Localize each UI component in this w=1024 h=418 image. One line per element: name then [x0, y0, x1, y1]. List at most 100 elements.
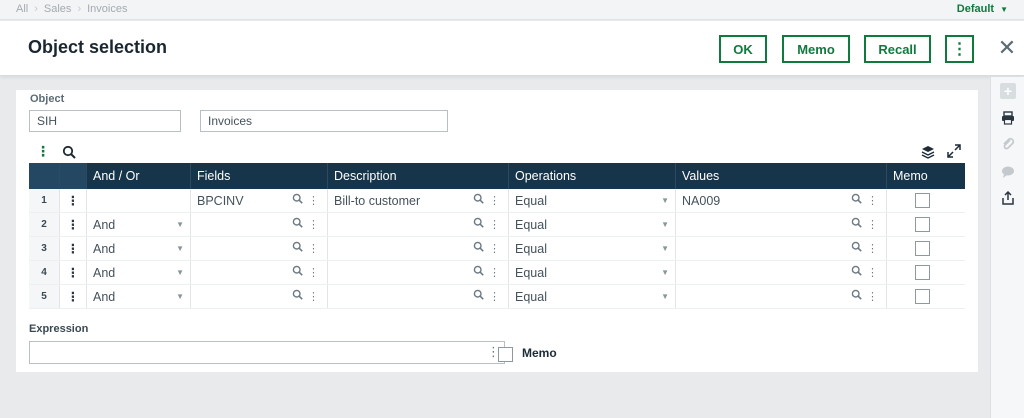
ok-button[interactable]: OK [719, 35, 767, 63]
dropdown-arrow-icon[interactable]: ▼ [661, 237, 669, 261]
close-icon[interactable]: ✕ [996, 35, 1018, 61]
lookup-icon[interactable]: ⋮ [473, 261, 502, 285]
and-or-cell[interactable]: And ▼ [87, 261, 191, 284]
breadcrumb-item-invoices[interactable]: Invoices [87, 3, 127, 15]
value-cell[interactable]: ⋮ [676, 285, 887, 308]
lookup-icon[interactable]: ⋮ [292, 261, 321, 285]
print-icon[interactable] [1000, 110, 1016, 126]
lookup-icon[interactable]: ⋮ [851, 213, 880, 237]
value-cell[interactable]: NA009 ⋮ [676, 189, 887, 212]
dropdown-arrow-icon[interactable]: ▼ [661, 213, 669, 237]
table-row: 1 ⋮ BPCINV ⋮ Bill-to customer ⋮ Equal ▼ NA009 … [29, 189, 965, 213]
operation-cell[interactable]: Equal ▼ [509, 213, 676, 236]
profile-selector[interactable]: Default ▼ [957, 3, 1008, 15]
lookup-icon[interactable]: ⋮ [851, 189, 880, 213]
search-icon[interactable] [62, 145, 76, 159]
operation-cell[interactable]: Equal ▼ [509, 261, 676, 284]
plus-icon[interactable]: + [1000, 83, 1016, 99]
lookup-icon[interactable]: ⋮ [473, 213, 502, 237]
expression-field[interactable]: ⋮ [29, 341, 505, 364]
lookup-icon[interactable]: ⋮ [473, 237, 502, 261]
lookup-icon[interactable]: ⋮ [292, 189, 321, 213]
object-label: Object [30, 93, 65, 105]
field-cell[interactable]: ⋮ [191, 213, 328, 236]
dropdown-arrow-icon[interactable]: ▼ [661, 189, 669, 213]
memo-checkbox[interactable] [915, 265, 930, 280]
field-cell[interactable]: ⋮ [191, 285, 328, 308]
dropdown-arrow-icon[interactable]: ▼ [176, 237, 184, 261]
memo-checkbox[interactable] [915, 217, 930, 232]
operation-value: Equal [515, 290, 547, 304]
value-cell[interactable]: ⋮ [676, 237, 887, 260]
lookup-icon[interactable]: ⋮ [473, 189, 502, 213]
lookup-icon[interactable]: ⋮ [292, 285, 321, 309]
operation-cell[interactable]: Equal ▼ [509, 237, 676, 260]
and-or-cell[interactable]: And ▼ [87, 237, 191, 260]
memo-checkbox[interactable] [915, 289, 930, 304]
description-cell[interactable]: ⋮ [328, 285, 509, 308]
description-cell[interactable]: ⋮ [328, 237, 509, 260]
and-or-cell[interactable]: And ▼ [87, 213, 191, 236]
memo-button[interactable]: Memo [782, 35, 850, 63]
dropdown-arrow-icon[interactable]: ▼ [176, 261, 184, 285]
lookup-icon[interactable]: ⋮ [473, 285, 502, 309]
grid-menu-icon[interactable]: ⋮ [36, 143, 50, 160]
memo-cell [887, 285, 965, 308]
description-cell[interactable]: Bill-to customer ⋮ [328, 189, 509, 212]
dropdown-arrow-icon[interactable]: ▼ [176, 213, 184, 237]
expand-icon[interactable] [947, 144, 961, 158]
page-title: Object selection [28, 37, 168, 57]
column-header-memo[interactable]: Memo [887, 163, 965, 189]
column-header-operations[interactable]: Operations [509, 163, 676, 189]
table-row: 5 ⋮ And ▼ ⋮ ⋮ Equal ▼ ⋮ [29, 285, 965, 309]
row-actions-icon[interactable]: ⋮ [60, 261, 87, 284]
lookup-icon[interactable]: ⋮ [292, 213, 321, 237]
row-actions-icon[interactable]: ⋮ [60, 213, 87, 236]
field-value: BPCINV [197, 194, 244, 208]
dropdown-arrow-icon[interactable]: ▼ [661, 285, 669, 309]
row-actions-icon[interactable]: ⋮ [60, 237, 87, 260]
memo-cell [887, 237, 965, 260]
header-row-actions [60, 163, 87, 189]
expression-memo-checkbox[interactable] [498, 347, 513, 362]
and-or-cell[interactable]: And ▼ [87, 285, 191, 308]
dropdown-arrow-icon[interactable]: ▼ [661, 261, 669, 285]
value-cell[interactable]: ⋮ [676, 213, 887, 236]
column-header-fields[interactable]: Fields [191, 163, 328, 189]
operation-cell[interactable]: Equal ▼ [509, 285, 676, 308]
field-cell[interactable]: ⋮ [191, 237, 328, 260]
and-or-cell[interactable] [87, 189, 191, 212]
lookup-icon[interactable]: ⋮ [851, 261, 880, 285]
field-cell[interactable]: ⋮ [191, 261, 328, 284]
table-row: 4 ⋮ And ▼ ⋮ ⋮ Equal ▼ ⋮ [29, 261, 965, 285]
lookup-icon[interactable]: ⋮ [851, 237, 880, 261]
layers-icon[interactable] [921, 145, 935, 159]
more-actions-button[interactable]: ⋮ [945, 35, 974, 63]
field-cell[interactable]: BPCINV ⋮ [191, 189, 328, 212]
column-header-and-or[interactable]: And / Or [87, 163, 191, 189]
column-header-values[interactable]: Values [676, 163, 887, 189]
memo-checkbox[interactable] [915, 241, 930, 256]
value-value: NA009 [682, 194, 721, 208]
description-cell[interactable]: ⋮ [328, 261, 509, 284]
row-actions-icon[interactable]: ⋮ [60, 285, 87, 308]
recall-button[interactable]: Recall [864, 35, 931, 63]
column-header-description[interactable]: Description [328, 163, 509, 189]
breadcrumb-item-all[interactable]: All [16, 3, 28, 15]
row-actions-icon[interactable]: ⋮ [60, 189, 87, 212]
share-icon[interactable] [1000, 190, 1016, 206]
and-or-value: And [93, 290, 116, 304]
description-cell[interactable]: ⋮ [328, 213, 509, 236]
breadcrumb-item-sales[interactable]: Sales [44, 3, 72, 15]
lookup-icon[interactable]: ⋮ [851, 285, 880, 309]
dialog-header: Object selection OK Memo Recall ⋮ ✕ [0, 21, 1024, 76]
value-cell[interactable]: ⋮ [676, 261, 887, 284]
header-row-number [29, 163, 60, 189]
object-name-field: Invoices [200, 110, 448, 132]
memo-checkbox[interactable] [915, 193, 930, 208]
dropdown-arrow-icon[interactable]: ▼ [176, 285, 184, 309]
object-code-field[interactable]: SIH [29, 110, 181, 132]
operation-cell[interactable]: Equal ▼ [509, 189, 676, 212]
criteria-grid: And / Or Fields Description Operations V… [29, 163, 965, 309]
lookup-icon[interactable]: ⋮ [292, 237, 321, 261]
